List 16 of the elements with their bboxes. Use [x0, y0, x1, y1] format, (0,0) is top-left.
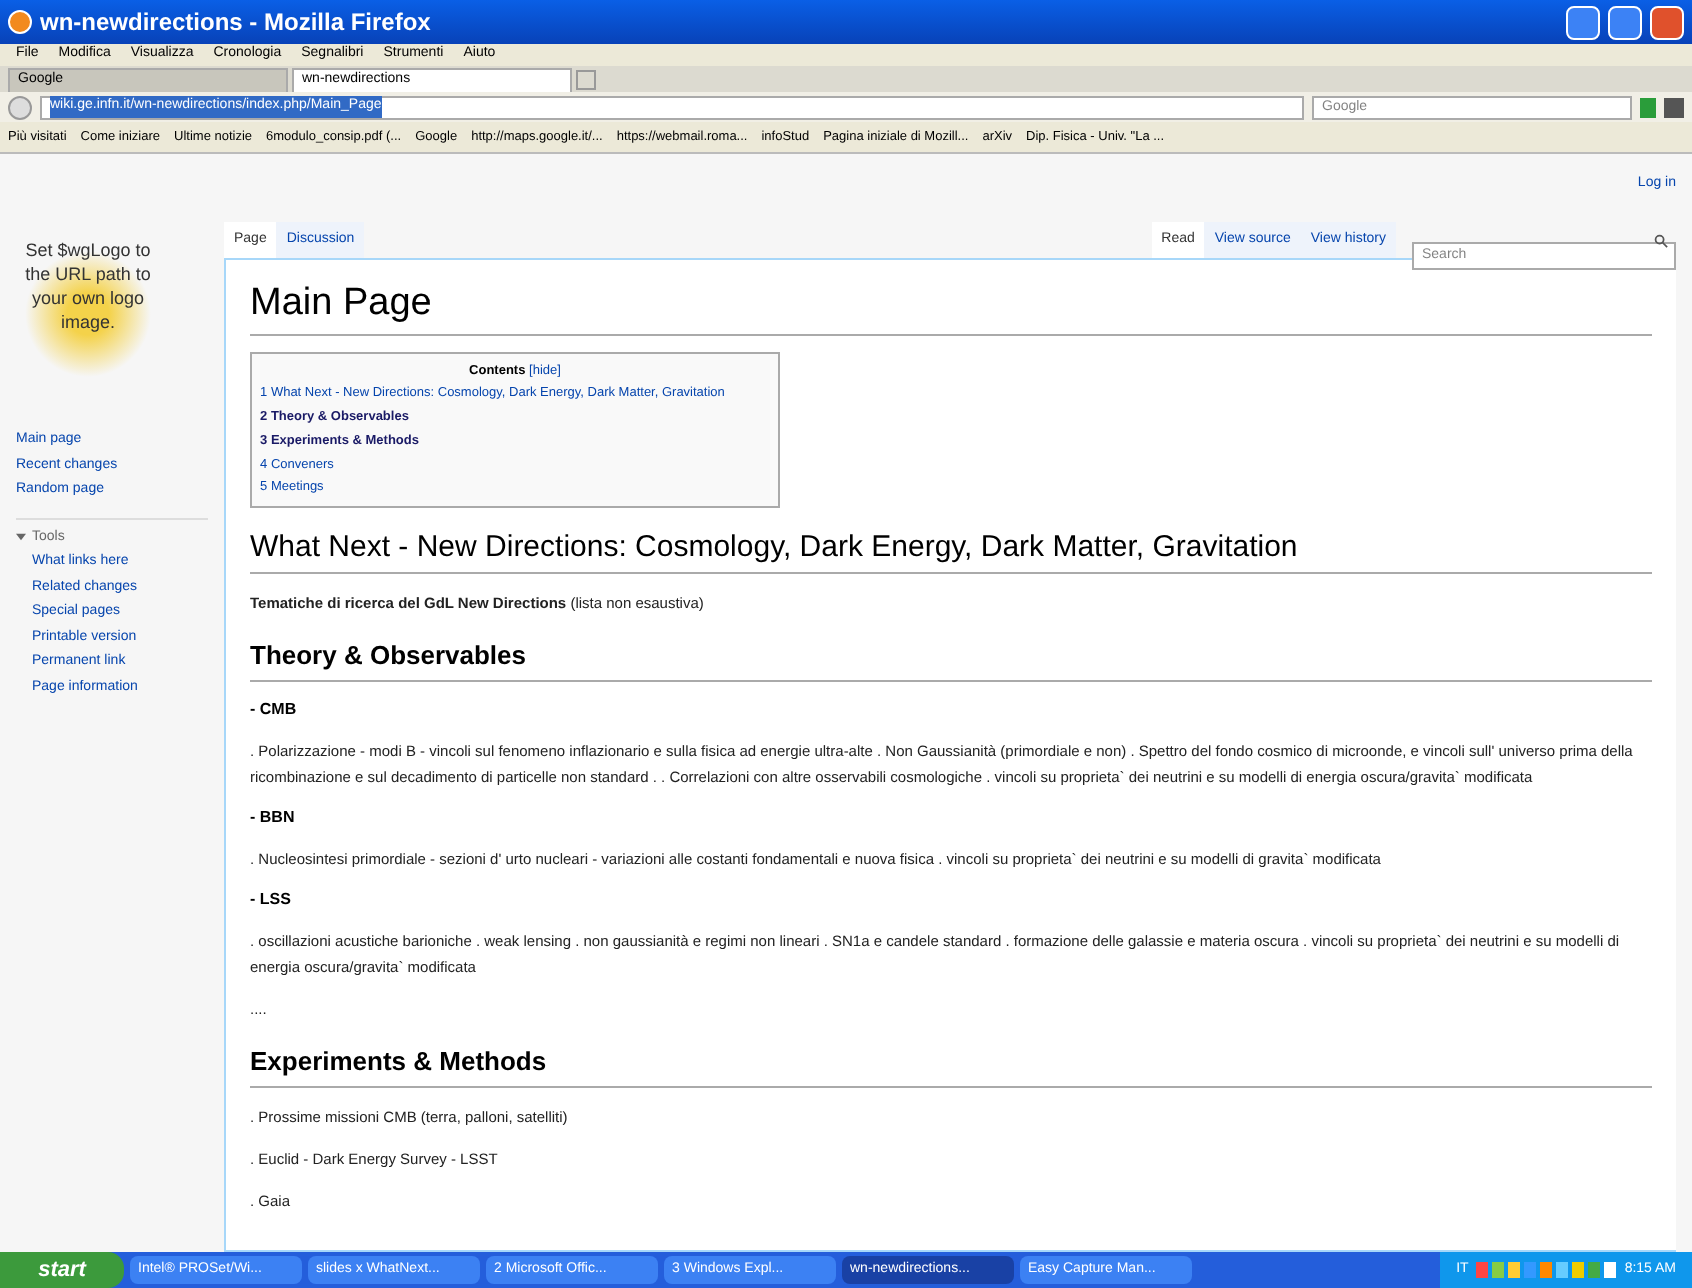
- start-button[interactable]: start: [0, 1252, 124, 1288]
- subsection-label: - BBN: [250, 806, 297, 830]
- section-heading: Theory & Observables: [250, 640, 526, 670]
- subsection-label: - CMB: [250, 698, 299, 722]
- maximize-button[interactable]: [1608, 5, 1642, 39]
- window-title: wn-newdirections - Mozilla Firefox: [40, 6, 433, 40]
- caret-icon[interactable]: [16, 532, 26, 543]
- search-icon[interactable]: [1654, 234, 1668, 248]
- browser-icon: [8, 10, 32, 34]
- section-heading: What Next - New Directions: Cosmology, Dark Energy, Dark Matter, Gravitation: [250, 530, 1298, 564]
- minimize-button[interactable]: [1566, 5, 1600, 39]
- subsection-label: - LSS: [250, 888, 293, 912]
- page-title: Main Page: [250, 282, 432, 324]
- tray-icons-drawing[interactable]: [1476, 1260, 1617, 1280]
- section-heading: Experiments & Methods: [250, 1046, 547, 1076]
- close-button[interactable]: [1650, 5, 1684, 39]
